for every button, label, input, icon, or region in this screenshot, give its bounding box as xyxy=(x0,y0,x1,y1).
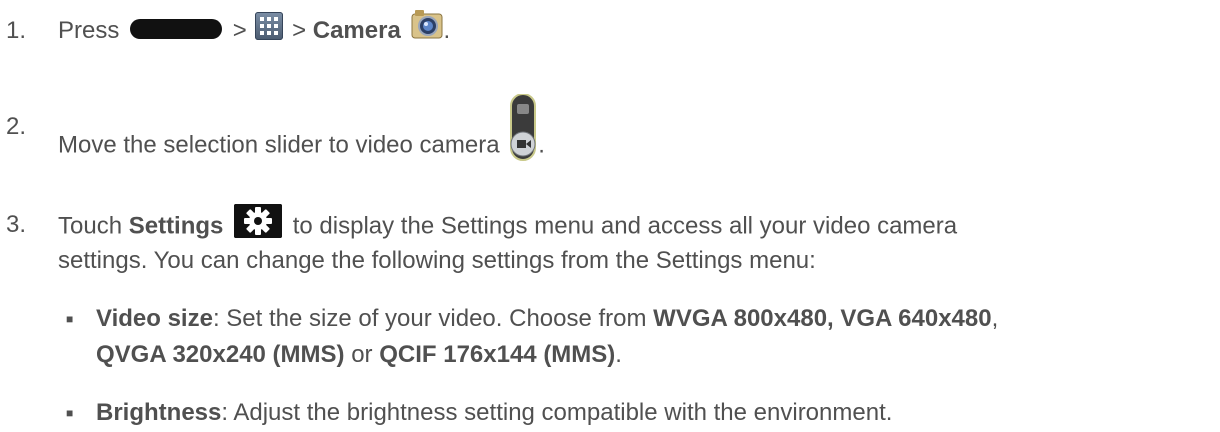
bullet-desc: : Set the size of your video. Choose fro… xyxy=(212,305,654,332)
settings-label: Settings xyxy=(128,212,224,240)
camera-app-icon xyxy=(411,9,443,39)
step-number: 2. xyxy=(6,113,27,140)
brightness-label: Brightness xyxy=(96,399,222,426)
separator: > xyxy=(232,17,247,44)
option-qvga: QVGA 320x240 (MMS) xyxy=(96,341,345,368)
bullet-desc: : Adjust the brightness setting compatib… xyxy=(221,399,893,426)
settings-gear-icon xyxy=(234,204,283,238)
or-text: or xyxy=(344,341,380,368)
bullet-text: Video size: Set the size of your video. … xyxy=(96,304,998,334)
step-text: Touch Settings to display the Settings m… xyxy=(58,204,958,244)
period: . xyxy=(615,341,622,368)
apps-grid-icon xyxy=(255,11,284,40)
option-qcif: QCIF 176x144 (MMS) xyxy=(379,341,616,368)
step-3-text: to display the Settings menu and access … xyxy=(292,212,958,240)
period: . xyxy=(443,17,451,44)
press-text: Press xyxy=(58,17,120,44)
video-size-label: Video size xyxy=(96,305,213,332)
step-number: 3. xyxy=(6,211,27,238)
bullet-marker: ■ xyxy=(66,312,74,326)
option-wvga-vga: WVGA 800x480, VGA 640x480 xyxy=(653,305,992,332)
step-2-text: Move the selection slider to video camer… xyxy=(58,131,500,159)
step-text: Press > > Camera . xyxy=(58,9,451,47)
video-mode-slider-icon xyxy=(510,94,537,161)
comma: , xyxy=(991,305,999,332)
period: . xyxy=(538,131,545,159)
step-text: Move the selection slider to video camer… xyxy=(58,94,545,180)
touch-text: Touch xyxy=(58,212,123,240)
bullet-text-line-2: QVGA 320x240 (MMS) or QCIF 176x144 (MMS)… xyxy=(96,340,622,370)
bullet-text: Brightness: Adjust the brightness settin… xyxy=(96,398,892,428)
home-key-icon xyxy=(130,18,223,39)
step-3-line-2: settings. You can change the following s… xyxy=(58,247,816,274)
separator: > xyxy=(292,17,307,44)
camera-label: Camera xyxy=(312,17,401,44)
step-number: 1. xyxy=(6,17,27,44)
bullet-marker: ■ xyxy=(66,406,74,420)
